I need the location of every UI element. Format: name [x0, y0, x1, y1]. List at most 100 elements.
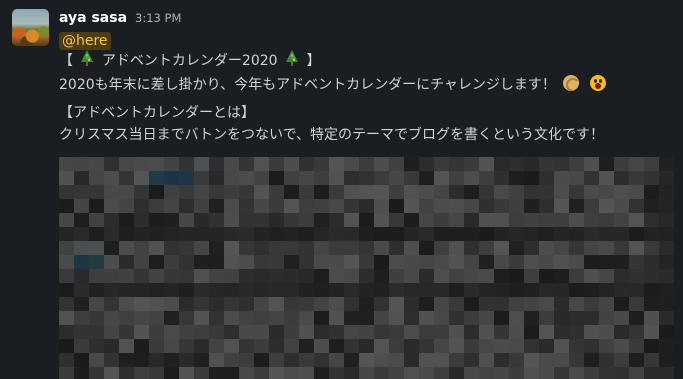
avatar[interactable] — [12, 9, 49, 46]
mosaic-cell — [344, 171, 359, 185]
mosaic-cell — [74, 353, 89, 367]
mosaic-cell — [314, 311, 329, 325]
mosaic-cell — [329, 283, 344, 297]
mosaic-cell — [479, 283, 494, 297]
mosaic-cell — [449, 297, 464, 311]
mosaic-cell — [299, 157, 314, 171]
here-mention[interactable]: @here — [59, 32, 111, 50]
mosaic-cell — [629, 353, 644, 367]
mosaic-cell — [479, 325, 494, 339]
mosaic-cell — [104, 185, 119, 199]
mosaic-cell — [284, 255, 299, 269]
mosaic-cell — [179, 269, 194, 283]
mosaic-cell — [224, 325, 239, 339]
mosaic-cell — [359, 227, 374, 241]
mosaic-cell — [134, 199, 149, 213]
mosaic-cell — [209, 339, 224, 353]
mosaic-cell — [479, 157, 494, 171]
mosaic-cell — [89, 171, 104, 185]
mosaic-cell — [269, 157, 284, 171]
mosaic-cell — [269, 199, 284, 213]
mosaic-cell — [209, 241, 224, 255]
mosaic-cell — [554, 185, 569, 199]
mosaic-cell — [149, 353, 164, 367]
mosaic-cell — [554, 325, 569, 339]
mosaic-cell — [269, 255, 284, 269]
mosaic-cell — [644, 339, 659, 353]
mosaic-cell — [344, 227, 359, 241]
mosaic-cell — [164, 283, 179, 297]
mosaic-cell — [509, 241, 524, 255]
mosaic-cell — [134, 353, 149, 367]
mosaic-cell — [179, 367, 194, 379]
mosaic-cell — [434, 241, 449, 255]
mosaic-cell — [419, 213, 434, 227]
mosaic-cell — [89, 157, 104, 171]
mosaic-cell — [89, 325, 104, 339]
mosaic-cell — [659, 325, 674, 339]
mosaic-cell — [329, 157, 344, 171]
mosaic-cell — [269, 185, 284, 199]
mosaic-cell — [344, 255, 359, 269]
mosaic-cell — [59, 269, 74, 283]
mosaic-cell — [314, 171, 329, 185]
mosaic-cell — [419, 185, 434, 199]
mosaic-cell — [284, 297, 299, 311]
mosaic-cell — [434, 283, 449, 297]
mosaic-cell — [524, 311, 539, 325]
mosaic-cell — [329, 311, 344, 325]
mosaic-cell — [269, 325, 284, 339]
mosaic-cell — [299, 353, 314, 367]
mosaic-cell — [344, 339, 359, 353]
mosaic-cell — [74, 255, 89, 269]
mosaic-cell — [149, 367, 164, 379]
mosaic-cell — [404, 213, 419, 227]
mosaic-cell — [404, 171, 419, 185]
mosaic-cell — [329, 297, 344, 311]
mosaic-cell — [209, 199, 224, 213]
mosaic-cell — [419, 227, 434, 241]
mosaic-cell — [509, 185, 524, 199]
mosaic-cell — [479, 255, 494, 269]
mosaic-cell — [629, 185, 644, 199]
mosaic-cell — [119, 185, 134, 199]
mosaic-cell — [404, 241, 419, 255]
mosaic-cell — [299, 367, 314, 379]
mosaic-cell — [254, 241, 269, 255]
mosaic-cell — [164, 227, 179, 241]
mosaic-cell — [479, 367, 494, 379]
mosaic-cell — [449, 213, 464, 227]
mosaic-cell — [494, 227, 509, 241]
mosaic-cell — [239, 199, 254, 213]
mosaic-cell — [374, 185, 389, 199]
mosaic-cell — [524, 241, 539, 255]
mosaic-cell — [584, 185, 599, 199]
mosaic-cell — [59, 283, 74, 297]
mosaic-cell — [584, 311, 599, 325]
mosaic-cell — [374, 255, 389, 269]
mosaic-cell — [329, 185, 344, 199]
mosaic-cell — [614, 255, 629, 269]
mosaic-cell — [359, 171, 374, 185]
mosaic-cell — [254, 353, 269, 367]
mosaic-cell — [209, 227, 224, 241]
mosaic-cell — [569, 185, 584, 199]
mosaic-cell — [614, 269, 629, 283]
sender-name[interactable]: aya sasa — [59, 10, 127, 26]
mosaic-cell — [389, 353, 404, 367]
mosaic-cell — [449, 353, 464, 367]
mosaic-cell — [104, 241, 119, 255]
mosaic-cell — [449, 227, 464, 241]
mosaic-cell — [179, 171, 194, 185]
mosaic-cell — [224, 241, 239, 255]
pixelated-redacted-content — [59, 157, 674, 379]
mosaic-cell — [284, 311, 299, 325]
message-timestamp[interactable]: 3:13 PM — [135, 11, 181, 25]
mosaic-cell — [584, 241, 599, 255]
mosaic-cell — [344, 213, 359, 227]
mosaic-cell — [149, 157, 164, 171]
mosaic-cell — [194, 367, 209, 379]
mosaic-cell — [74, 171, 89, 185]
mosaic-cell — [584, 325, 599, 339]
mosaic-cell — [539, 171, 554, 185]
